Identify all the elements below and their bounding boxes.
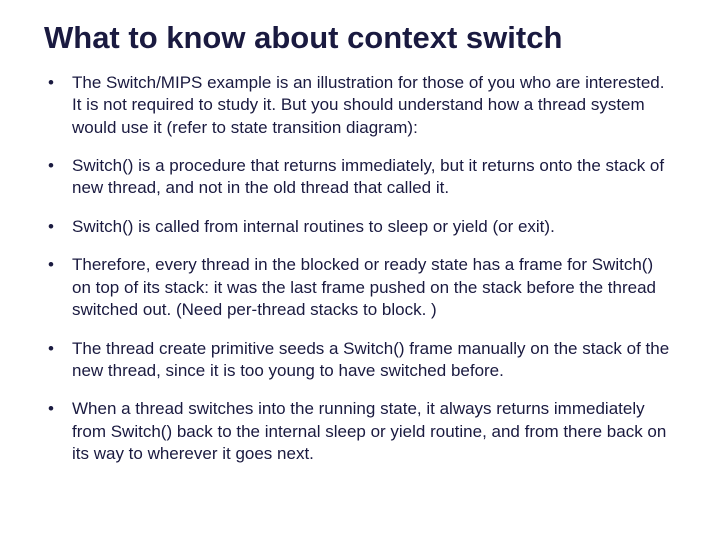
list-item: When a thread switches into the running …: [44, 398, 676, 465]
list-item: Switch() is a procedure that returns imm…: [44, 155, 676, 200]
slide: What to know about context switch The Sw…: [0, 0, 720, 540]
bullet-list: The Switch/MIPS example is an illustrati…: [44, 72, 676, 466]
list-item: Switch() is called from internal routine…: [44, 216, 676, 238]
list-item: The thread create primitive seeds a Swit…: [44, 338, 676, 383]
list-item: The Switch/MIPS example is an illustrati…: [44, 72, 676, 139]
list-item: Therefore, every thread in the blocked o…: [44, 254, 676, 321]
slide-title: What to know about context switch: [44, 20, 676, 56]
